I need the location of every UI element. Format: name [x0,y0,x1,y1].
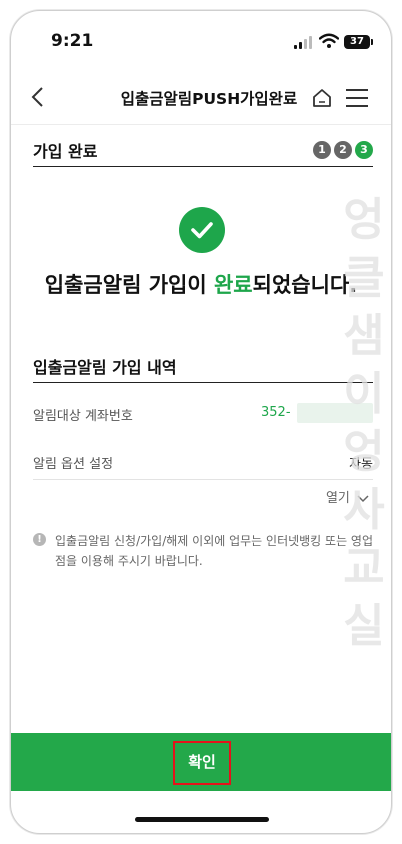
account-number: 352- [261,405,291,420]
account-row: 알림대상 계좌번호 352- [33,403,373,425]
history-header: 입출금알림 가입 내역 [33,349,373,383]
info-icon: ! [33,533,46,546]
complete-message: 입출금알림 가입이 완료되었습니다. [11,269,391,299]
row-label: 알림 옵션 설정 [33,457,114,472]
home-icon[interactable] [311,87,333,109]
notice: ! 입출금알림 신청/가입/해제 이외에 업무는 인터넷뱅킹 또는 영업점을 이… [33,531,373,581]
status-time: 9:21 [51,31,94,51]
section-title: 가입 완료 [33,142,98,161]
page-title: 입출금알림PUSH가입완료 [120,90,298,108]
option-row: 알림 옵션 설정 자동 [33,453,373,473]
confirm-button[interactable]: 확인 [173,741,231,785]
check-circle-icon [179,207,225,253]
confirm-bar: 확인 [11,733,391,791]
signal-icon [294,35,314,49]
wifi-icon [319,33,339,48]
menu-icon[interactable] [346,89,368,107]
message-part: 입출금알림 가입이 [44,273,214,297]
step-3: 3 [355,141,373,159]
row-label: 알림대상 계좌번호 [33,409,133,424]
notice-text: 입출금알림 신청/가입/해제 이외에 업무는 인터넷뱅킹 또는 영업점을 이용해… [55,534,374,568]
divider [33,479,373,480]
battery-icon: 37 [344,35,373,49]
history-title: 입출금알림 가입 내역 [33,358,177,377]
watermark-text: 엉클샘이 엉사교실 [343,193,385,652]
signup-complete-header: 가입 완료 123 [33,133,373,167]
step-2: 2 [334,141,352,159]
status-bar: 9:21 37 [11,11,391,69]
nav-bar: 입출금알림PUSH가입완료 [11,69,391,125]
step-indicator: 123 [310,138,373,159]
step-1: 1 [313,141,331,159]
home-indicator [135,817,269,822]
phone-screen: 9:21 37 입출금알림PUSH가입완료 가입 완료 123 입출금알림 가입… [10,10,392,834]
message-highlight: 완료 [213,273,253,297]
